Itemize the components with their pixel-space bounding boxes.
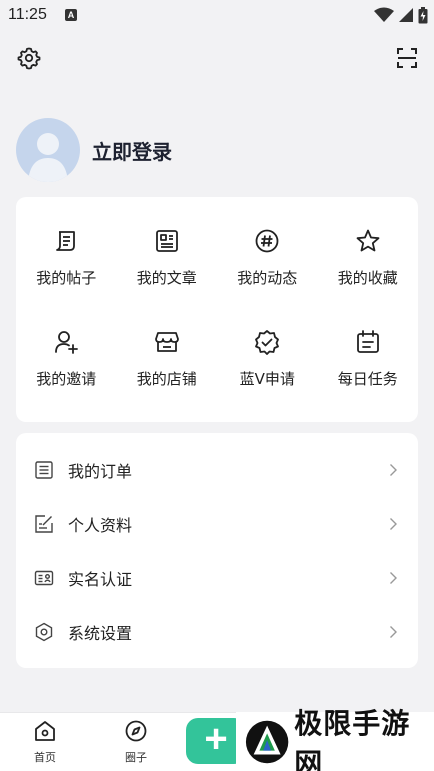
tab-label: 圈子 — [125, 751, 147, 764]
shortcut-grid-card: 我的帖子 我的文章 我的动态 我的收藏 我的邀请 我的店铺 蓝V申请 每日任务 — [16, 197, 418, 422]
watermark-logo-icon — [245, 720, 289, 763]
login-link[interactable]: 立即登录 — [92, 136, 172, 165]
status-icons — [374, 6, 428, 24]
grid-label: 蓝V申请 — [239, 370, 295, 388]
grid-item-my-invites[interactable]: 我的邀请 — [16, 328, 117, 429]
grid-item-my-store[interactable]: 我的店铺 — [117, 328, 218, 429]
grid-item-my-articles[interactable]: 我的文章 — [117, 227, 218, 328]
verified-badge-icon — [255, 330, 280, 355]
article-icon — [155, 230, 178, 252]
default-avatar-icon — [28, 133, 68, 182]
chevron-right-icon — [390, 572, 397, 584]
menu-label: 系统设置 — [68, 624, 133, 643]
post-icon — [56, 231, 76, 251]
hashtag-icon — [255, 229, 279, 253]
star-icon — [356, 229, 380, 252]
store-icon — [154, 332, 179, 352]
grid-label: 我的店铺 — [136, 370, 197, 388]
menu-item-real-name-verify[interactable]: 实名认证 — [16, 551, 418, 605]
grid-item-my-posts[interactable]: 我的帖子 — [16, 227, 117, 328]
grid-label: 我的收藏 — [337, 269, 398, 287]
grid-label: 每日任务 — [337, 370, 398, 388]
status-time: 11:25 — [8, 6, 47, 23]
compass-icon — [125, 720, 147, 742]
watermark-text: 极限手游网 — [294, 706, 411, 771]
battery-icon — [418, 6, 428, 23]
menu-item-my-orders[interactable]: 我的订单 — [16, 443, 418, 497]
tab-home[interactable]: 首页 — [15, 719, 75, 765]
settings-hexagon-icon — [35, 622, 53, 642]
menu-label: 我的订单 — [68, 462, 133, 481]
watermark: 极限手游网 — [236, 707, 434, 771]
scan-icon[interactable] — [395, 46, 419, 70]
avatar[interactable] — [16, 118, 80, 182]
notification-badge: A — [65, 9, 77, 21]
grid-item-my-updates[interactable]: 我的动态 — [217, 227, 318, 328]
plus-icon: + — [204, 717, 228, 761]
order-list-icon — [35, 461, 53, 479]
grid-item-blue-v-apply[interactable]: 蓝V申请 — [217, 328, 318, 429]
grid-label: 我的帖子 — [36, 269, 97, 287]
grid-label: 我的文章 — [136, 269, 197, 287]
menu-list-card: 我的订单 个人资料 实名认证 系统设置 — [16, 433, 418, 668]
edit-profile-icon — [35, 515, 53, 533]
settings-gear-icon[interactable] — [17, 46, 41, 70]
grid-item-daily-tasks[interactable]: 每日任务 — [318, 328, 419, 429]
profile-section[interactable]: 立即登录 — [16, 118, 172, 182]
calendar-task-icon — [356, 330, 379, 353]
grid-label: 我的动态 — [237, 269, 298, 287]
id-card-icon — [34, 570, 54, 586]
home-icon — [35, 721, 55, 741]
chevron-right-icon — [390, 464, 397, 476]
chevron-right-icon — [390, 626, 397, 638]
status-bar: 11:25 A — [0, 0, 434, 32]
menu-item-system-settings[interactable]: 系统设置 — [16, 605, 418, 659]
grid-label: 我的邀请 — [36, 370, 97, 388]
wifi-icon — [374, 7, 394, 22]
signal-icon — [399, 8, 413, 22]
menu-label: 实名认证 — [68, 570, 133, 589]
menu-label: 个人资料 — [68, 516, 133, 535]
chevron-right-icon — [390, 518, 397, 530]
tab-label: 首页 — [34, 751, 56, 764]
grid-item-my-favorites[interactable]: 我的收藏 — [318, 227, 419, 328]
invite-user-icon — [55, 331, 79, 354]
tab-circle[interactable]: 圈子 — [106, 719, 166, 765]
menu-item-profile-info[interactable]: 个人资料 — [16, 497, 418, 551]
